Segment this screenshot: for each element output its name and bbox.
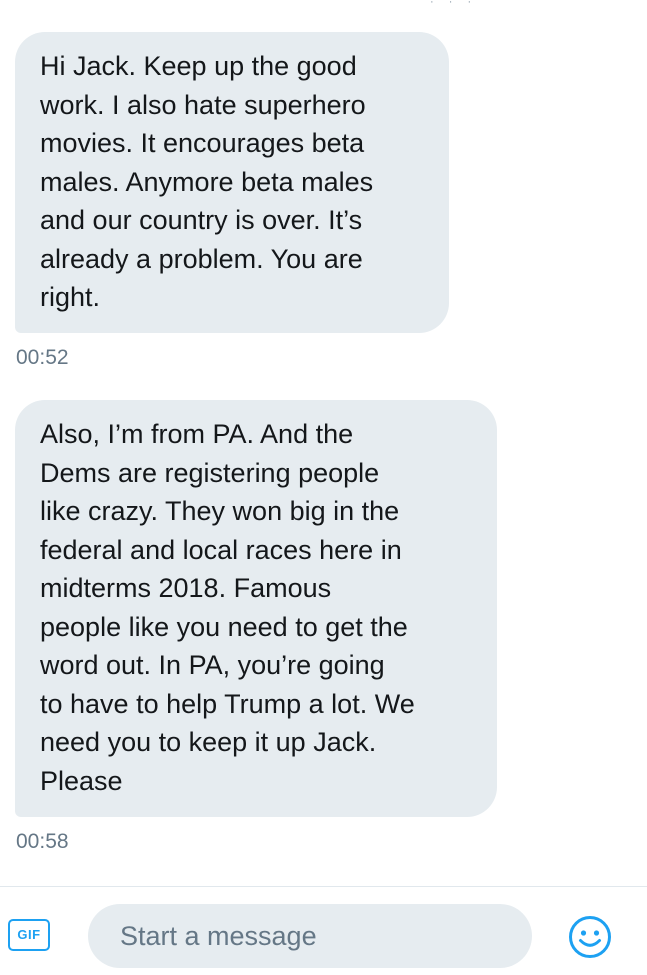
smiley-face-icon	[569, 916, 611, 958]
message-bubble: Hi Jack. Keep up the good work. I also h…	[15, 32, 449, 333]
message-bubble: Also, I’m from PA. And the Dems are regi…	[15, 400, 497, 817]
message-timestamp: 00:52	[16, 346, 69, 369]
message-composer: GIF	[0, 886, 647, 975]
message-timestamp: 00:58	[16, 830, 69, 853]
emoji-button[interactable]	[568, 915, 612, 959]
previous-timestamp-fragment: · · ·	[430, 0, 478, 8]
gif-button[interactable]: GIF	[8, 919, 50, 951]
message-input[interactable]	[88, 904, 532, 968]
